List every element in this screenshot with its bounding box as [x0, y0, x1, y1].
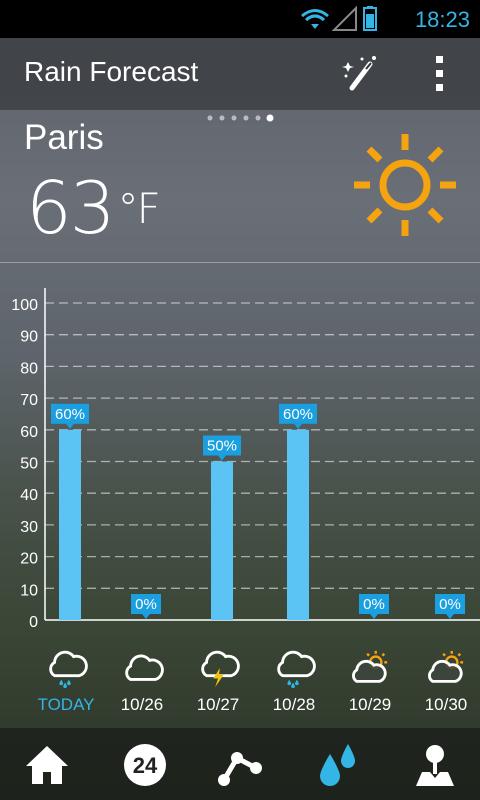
partly-cloudy-icon	[352, 650, 388, 683]
cloud-icon	[125, 654, 164, 681]
data-label-text: 60%	[283, 406, 313, 423]
y-tick-label: 90	[20, 329, 38, 346]
app-title: Rain Forecast	[24, 56, 199, 87]
y-tick-label: 0	[29, 614, 38, 631]
signal-icon	[331, 6, 357, 31]
day-forecast-today[interactable]: TODAY	[26, 643, 106, 715]
bar	[59, 429, 81, 620]
magic-wand-icon[interactable]	[340, 54, 380, 94]
page-dot	[231, 115, 237, 121]
current-temperature: 63°F	[26, 172, 161, 244]
status-icons	[301, 6, 377, 31]
data-label-text: 0%	[363, 596, 385, 613]
day-label: 10/29	[348, 695, 392, 714]
y-tick-label: 100	[11, 297, 38, 314]
data-label: 50%	[203, 435, 241, 461]
data-label-pointer	[66, 423, 74, 429]
bar	[287, 429, 309, 620]
home-icon[interactable]	[24, 742, 70, 788]
y-tick-label: 50	[20, 456, 38, 473]
temperature-unit: °F	[117, 184, 161, 233]
rain-cloud-icon	[49, 650, 88, 689]
city-name: Paris	[24, 118, 104, 157]
data-label-text: 0%	[439, 596, 461, 613]
24h-icon[interactable]: 24	[122, 742, 168, 788]
data-label-pointer	[142, 614, 150, 619]
y-tick-label: 10	[20, 582, 38, 599]
page-dot	[255, 115, 261, 121]
day-label: 10/26	[120, 695, 164, 714]
page-dot	[266, 114, 274, 122]
data-label: 0%	[435, 594, 465, 619]
data-label-pointer	[370, 614, 378, 619]
data-label: 0%	[131, 594, 161, 619]
y-tick-label: 60	[20, 424, 38, 441]
y-tick-label: 40	[20, 487, 38, 504]
wifi-dot	[311, 24, 319, 29]
day-forecast-10-26[interactable]: 10/26	[102, 643, 182, 715]
day-label: 10/28	[272, 695, 316, 714]
wifi-icon	[301, 9, 329, 22]
daily-forecast-row: TODAY 10/26 10/27 10/28 10/29 10/30	[0, 643, 480, 728]
y-tick-label: 70	[20, 392, 38, 409]
rain-cloud-icon	[277, 650, 316, 689]
data-label: 60%	[279, 403, 317, 429]
day-forecast-10-28[interactable]: 10/28	[254, 643, 334, 715]
thunder-cloud-icon	[201, 650, 240, 688]
day-label: 10/30	[424, 695, 468, 714]
data-label-pointer	[294, 423, 302, 429]
data-label-text: 60%	[55, 406, 85, 423]
partly-cloudy-icon	[428, 650, 464, 683]
rain-probability-chart: 0 10 20 30 40 50 60 70 80 90 100 60% 0% 50% 60% 0% 0%	[11, 288, 480, 631]
bottom-navigation: 24	[0, 728, 480, 800]
day-label: 10/27	[196, 695, 240, 714]
data-label-pointer	[446, 614, 454, 619]
location-map-icon[interactable]	[412, 742, 458, 788]
status-time: 18:23	[414, 7, 470, 32]
day-forecast-10-27[interactable]: 10/27	[178, 643, 258, 715]
data-label-pointer	[218, 455, 226, 461]
rain-drops-icon[interactable]	[316, 742, 362, 788]
data-label: 60%	[51, 403, 89, 429]
y-tick-label: 20	[20, 551, 38, 568]
data-label: 0%	[359, 594, 389, 619]
day-forecast-10-29[interactable]: 10/29	[330, 643, 410, 715]
bar	[211, 461, 233, 620]
y-tick-label: 80	[20, 360, 38, 377]
data-label-text: 0%	[135, 596, 157, 613]
data-label-text: 50%	[207, 438, 237, 455]
status-bar: 18:23	[0, 0, 480, 38]
y-tick-label: 30	[20, 519, 38, 536]
action-bar: Rain Forecast	[0, 38, 480, 110]
day-forecast-10-30[interactable]: 10/30	[406, 643, 480, 715]
temperature-value: 63	[26, 166, 116, 250]
sun-icon	[354, 134, 456, 236]
page-indicator	[207, 114, 274, 122]
page-dot	[219, 115, 225, 121]
page-dot	[243, 115, 249, 121]
battery-icon	[363, 6, 377, 31]
24h-icon-text: 24	[133, 753, 158, 778]
page-dot	[207, 115, 213, 121]
graph-icon[interactable]	[217, 742, 263, 788]
day-label: TODAY	[37, 695, 95, 714]
overflow-menu-icon[interactable]	[426, 54, 454, 94]
